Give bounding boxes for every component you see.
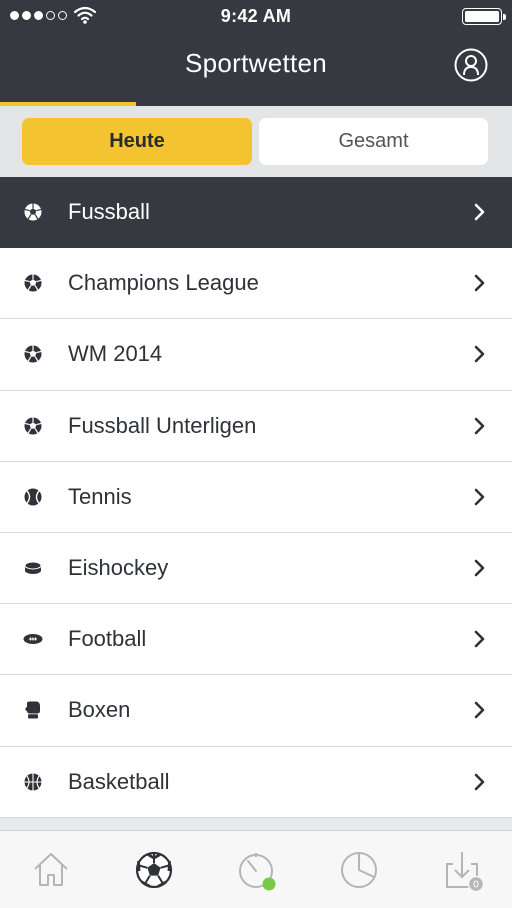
list-item-champions-league[interactable]: Champions League (0, 248, 512, 320)
live-indicator-dot (262, 877, 276, 891)
status-bar: 9:42 AM (0, 0, 512, 32)
soccer-ball-icon[interactable] (134, 849, 174, 891)
hockey-puck-icon (24, 561, 42, 575)
home-icon[interactable] (31, 849, 71, 891)
page-title: Sportwetten (184, 48, 328, 78)
list-item-label: Fussball Unterligen (68, 412, 257, 438)
navigation-header: 9:42 AM Sportwetten (0, 0, 512, 106)
soccer-ball-icon (24, 345, 42, 363)
tennis-ball-icon (24, 488, 42, 506)
list-item-wm-2014[interactable]: WM 2014 (0, 319, 512, 391)
list-footer-divider (0, 817, 512, 830)
list-item-label: Tennis (68, 483, 132, 509)
chevron-right-icon (474, 702, 485, 719)
list-item-label: WM 2014 (68, 341, 163, 367)
tab-bar: 0 (0, 830, 512, 908)
soccer-ball-icon (24, 417, 42, 435)
chevron-right-icon (474, 203, 485, 221)
chevron-right-icon (474, 773, 485, 790)
american-football-icon (23, 634, 43, 645)
list-item-label: Champions League (68, 270, 259, 296)
soccer-ball-icon (24, 203, 42, 221)
list-item-label: Fussball (68, 199, 150, 225)
soccer-ball-icon (24, 274, 42, 292)
battery-icon (462, 8, 506, 25)
list-item-boxen[interactable]: Boxen (0, 675, 512, 747)
pie-chart-icon[interactable] (339, 849, 379, 891)
list-item-label: Eishockey (68, 555, 169, 581)
list-item-eishockey[interactable]: Eishockey (0, 532, 512, 605)
list-item-tennis[interactable]: Tennis (0, 461, 512, 533)
sports-list: Fussball Champions League WM 2014 Fussba… (0, 177, 512, 818)
chevron-right-icon (474, 559, 485, 577)
boxing-glove-icon (25, 701, 40, 719)
live-timer-icon[interactable] (236, 849, 276, 891)
basketball-icon (24, 773, 42, 791)
segmented-control: Heute Gesamt (0, 106, 512, 177)
profile-icon[interactable] (454, 48, 488, 82)
chevron-right-icon (474, 274, 485, 292)
list-item-fussball-unterligen[interactable]: Fussball Unterligen (0, 390, 512, 462)
list-item-fussball[interactable]: Fussball (0, 177, 512, 249)
chevron-right-icon (474, 346, 485, 363)
segment-heute[interactable]: Heute (22, 118, 252, 165)
list-item-label: Basketball (68, 768, 170, 794)
list-item-label: Boxen (68, 697, 131, 723)
segment-gesamt[interactable]: Gesamt (259, 118, 488, 165)
chevron-right-icon (474, 488, 485, 506)
download-tray-icon[interactable]: 0 (443, 849, 489, 891)
list-item-football[interactable]: Football (0, 604, 512, 676)
chevron-right-icon (474, 417, 485, 434)
list-item-basketball[interactable]: Basketball (0, 746, 512, 818)
chevron-right-icon (474, 630, 485, 648)
status-time: 9:42 AM (220, 6, 292, 26)
download-count-badge: 0 (473, 880, 479, 891)
list-item-label: Football (68, 626, 147, 652)
